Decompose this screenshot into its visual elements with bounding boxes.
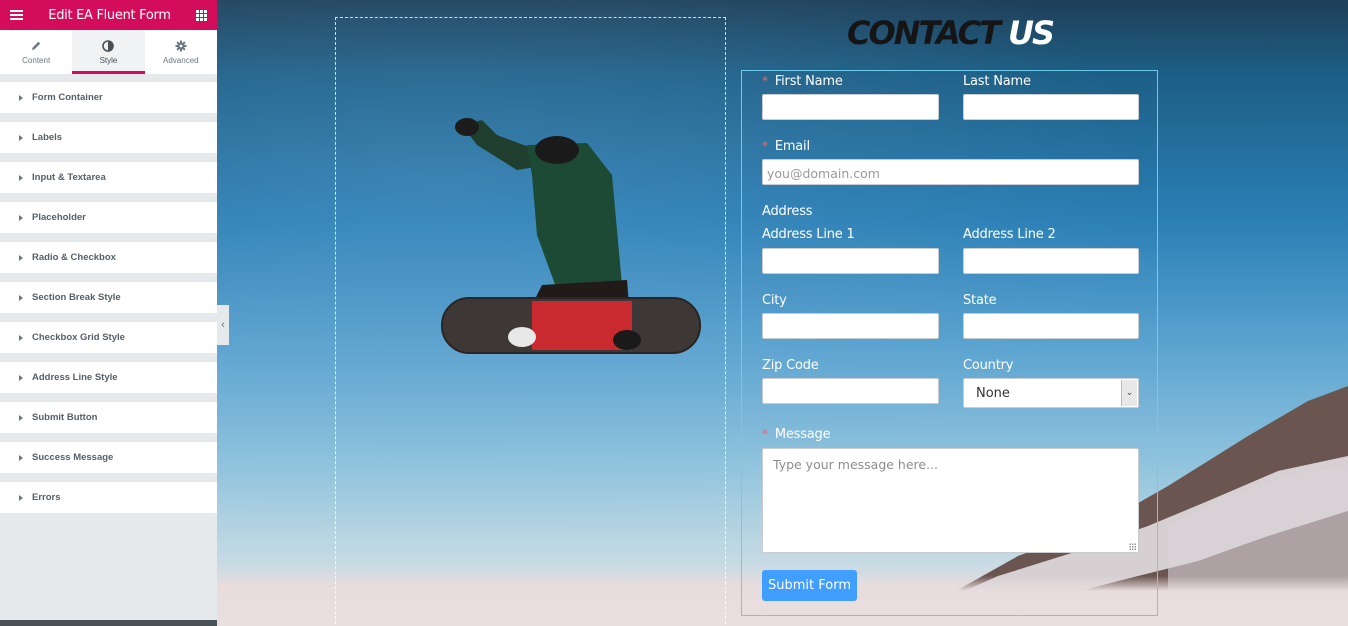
submit-form-button[interactable]: Submit Form	[762, 570, 857, 601]
required-marker: *	[762, 427, 768, 441]
snowboarder-image	[441, 118, 701, 354]
caret-right-icon	[19, 94, 23, 101]
section-label: Radio & Checkbox	[32, 252, 116, 263]
tab-style-label: Style	[99, 56, 118, 65]
caret-right-icon	[19, 174, 23, 181]
required-marker: *	[762, 74, 768, 88]
caret-right-icon	[19, 294, 23, 301]
city-input[interactable]	[762, 313, 939, 339]
last-name-label: Last Name	[963, 74, 1031, 89]
country-label: Country	[963, 358, 1014, 373]
message-label: * Message	[762, 427, 831, 442]
email-label: * Email	[762, 139, 810, 154]
address-line-2-input[interactable]	[963, 248, 1139, 274]
contact-form: * First Name Last Name * Email you@domain.…	[741, 70, 1158, 616]
section-label: Input & Textarea	[32, 172, 106, 183]
country-selected-value: None	[976, 386, 1010, 401]
menu-icon[interactable]	[10, 10, 23, 20]
email-input[interactable]: you@domain.com	[762, 159, 1139, 185]
section-label: Form Container	[32, 92, 103, 103]
tab-advanced[interactable]: Advanced	[145, 30, 217, 74]
section-labels[interactable]: Labels	[0, 122, 217, 153]
chevron-down-icon[interactable]: ⌄	[1121, 380, 1137, 406]
panel-header: Edit EA Fluent Form	[0, 0, 217, 30]
city-label: City	[762, 293, 787, 308]
first-name-input[interactable]	[762, 94, 939, 120]
state-input[interactable]	[963, 313, 1139, 339]
half-circle-icon	[102, 39, 115, 53]
state-label: State	[963, 293, 997, 308]
section-label: Submit Button	[32, 412, 98, 423]
caret-right-icon	[19, 134, 23, 141]
email-label-text: Email	[774, 139, 810, 154]
caret-right-icon	[19, 414, 23, 421]
zip-code-label: Zip Code	[762, 358, 819, 373]
panel-tabs: Content Style Advanced	[0, 30, 217, 74]
section-success-message[interactable]: Success Message	[0, 442, 217, 473]
section-checkbox-grid-style[interactable]: Checkbox Grid Style	[0, 322, 217, 353]
last-name-input[interactable]	[963, 94, 1139, 120]
style-sections: Form Container Labels Input & Textarea P…	[0, 74, 217, 513]
resize-handle-icon[interactable]	[1129, 543, 1136, 550]
section-input-textarea[interactable]: Input & Textarea	[0, 162, 217, 193]
heading-part-2: US	[1008, 14, 1055, 52]
contact-heading: CONTACT US	[847, 14, 1055, 52]
section-section-break-style[interactable]: Section Break Style	[0, 282, 217, 313]
section-label: Checkbox Grid Style	[32, 332, 125, 343]
caret-right-icon	[19, 374, 23, 381]
message-textarea[interactable]: Type your message here...	[762, 448, 1139, 553]
section-errors[interactable]: Errors	[0, 482, 217, 513]
chevron-left-icon: ‹	[221, 319, 225, 331]
pencil-icon	[30, 39, 42, 53]
required-marker: *	[762, 139, 768, 153]
tab-content-label: Content	[22, 56, 51, 65]
caret-right-icon	[19, 254, 23, 261]
tab-content[interactable]: Content	[0, 30, 72, 74]
tab-advanced-label: Advanced	[163, 56, 199, 65]
section-placeholder[interactable]: Placeholder	[0, 202, 217, 233]
section-address-line-style[interactable]: Address Line Style	[0, 362, 217, 393]
address-line-2-label: Address Line 2	[963, 227, 1056, 242]
section-label: Errors	[32, 492, 61, 503]
section-form-container[interactable]: Form Container	[0, 82, 217, 113]
caret-right-icon	[19, 334, 23, 341]
first-name-label-text: First Name	[774, 74, 843, 89]
section-label: Labels	[32, 132, 63, 143]
collapse-panel-button[interactable]: ‹	[217, 305, 229, 345]
section-radio-checkbox[interactable]: Radio & Checkbox	[0, 242, 217, 273]
tab-style[interactable]: Style	[72, 30, 145, 74]
heading-part-1: CONTACT	[847, 14, 1001, 52]
widgets-grid-icon[interactable]	[195, 9, 207, 21]
message-label-text: Message	[774, 427, 831, 442]
panel-title: Edit EA Fluent Form	[48, 7, 171, 23]
page-preview: CONTACT US * First Name Last Name * Email …	[217, 0, 1348, 626]
panel-footer	[0, 620, 217, 626]
address-line-1-input[interactable]	[762, 248, 939, 274]
message-placeholder: Type your message here...	[773, 457, 939, 472]
section-label: Address Line Style	[32, 372, 118, 383]
section-submit-button[interactable]: Submit Button	[0, 402, 217, 433]
section-label: Success Message	[32, 452, 114, 463]
caret-right-icon	[19, 214, 23, 221]
caret-right-icon	[19, 454, 23, 461]
first-name-label: * First Name	[762, 74, 843, 89]
section-label: Placeholder	[32, 212, 86, 223]
gear-icon	[175, 39, 187, 53]
address-label: Address	[762, 204, 813, 219]
country-select[interactable]: None ⌄	[963, 378, 1139, 408]
section-label: Section Break Style	[32, 292, 121, 303]
editor-panel: Edit EA Fluent Form Content Style Advanc…	[0, 0, 217, 626]
address-line-1-label: Address Line 1	[762, 227, 855, 242]
zip-code-input[interactable]	[762, 378, 939, 404]
caret-right-icon	[19, 494, 23, 501]
